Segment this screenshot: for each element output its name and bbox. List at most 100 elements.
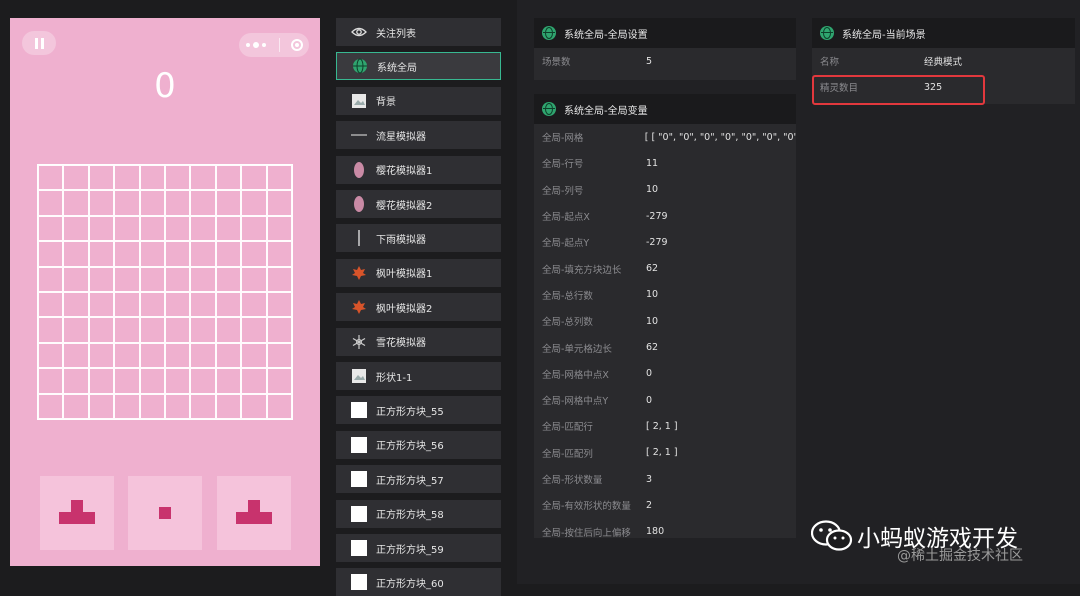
node-item[interactable]: 背景 bbox=[336, 86, 501, 115]
shape-block bbox=[159, 507, 171, 519]
close-target-icon[interactable] bbox=[291, 39, 304, 51]
board-cell bbox=[266, 291, 292, 318]
node-item[interactable]: 流星模拟器 bbox=[336, 121, 501, 150]
node-label: 樱花模拟器1 bbox=[376, 166, 433, 178]
pause-button[interactable] bbox=[22, 31, 56, 55]
watermark-subtitle: @稀土掘金技术社区 bbox=[897, 548, 1023, 564]
property-value: 11 bbox=[646, 157, 659, 169]
node-item[interactable]: 关注列表 bbox=[336, 18, 501, 46]
node-label: 流星模拟器 bbox=[376, 131, 426, 143]
board-cell bbox=[139, 368, 165, 394]
node-item[interactable]: 枫叶模拟器1 bbox=[336, 258, 501, 287]
node-item[interactable]: 正方形方块_56 bbox=[336, 430, 501, 459]
node-item[interactable]: 正方形方块_59 bbox=[336, 534, 501, 562]
property-row[interactable]: 全局-填充方块边长 62 bbox=[534, 255, 796, 281]
property-row[interactable]: 全局-网格中点Y 0 bbox=[534, 387, 796, 413]
property-row[interactable]: 全局-网格 [ [ "0", "0", "0", "0", "0", "0", "… bbox=[534, 124, 796, 150]
board-cell bbox=[139, 291, 165, 318]
board-cell bbox=[215, 215, 242, 242]
property-row[interactable]: 场景数 5 bbox=[534, 48, 796, 74]
node-item[interactable]: 正方形方块_55 bbox=[336, 396, 501, 425]
board-cell bbox=[38, 215, 64, 242]
board-cell bbox=[215, 266, 242, 292]
property-row[interactable]: 全局-匹配列 [ 2, 1 ] bbox=[534, 440, 796, 466]
board-cell bbox=[190, 266, 216, 292]
board-cell bbox=[164, 266, 191, 292]
node-label: 枫叶模拟器1 bbox=[376, 269, 433, 281]
board-cell bbox=[190, 317, 216, 343]
node-label: 正方形方块_55 bbox=[376, 406, 444, 418]
node-item[interactable]: 下雨模拟器 bbox=[336, 224, 501, 253]
scene-panel-header[interactable]: 系统全局-当前场景 bbox=[812, 18, 1075, 48]
node-item[interactable]: 正方形方块_57 bbox=[336, 465, 501, 494]
board-cell bbox=[266, 165, 292, 191]
board-cell bbox=[241, 241, 267, 267]
property-row[interactable]: 全局-匹配行 [ 2, 1 ] bbox=[534, 413, 796, 439]
rain-icon bbox=[350, 229, 368, 247]
shape-slot-1[interactable] bbox=[40, 476, 114, 550]
node-item[interactable]: 枫叶模拟器2 bbox=[336, 293, 501, 322]
board-cell bbox=[38, 342, 64, 369]
node-item[interactable]: 系统全局 bbox=[336, 52, 501, 81]
node-item[interactable]: 正方形方块_58 bbox=[336, 499, 501, 528]
property-row[interactable]: 全局-列号 10 bbox=[534, 177, 796, 203]
board-cell bbox=[190, 165, 216, 191]
property-row[interactable]: 全局-有效形状的数量 2 bbox=[534, 492, 796, 518]
white-square-icon bbox=[350, 470, 368, 488]
property-row[interactable]: 全局-单元格边长 62 bbox=[534, 334, 796, 360]
board-cell bbox=[164, 317, 191, 343]
board-cell bbox=[38, 393, 64, 419]
board-cell bbox=[139, 342, 165, 369]
property-value: [ 2, 1 ] bbox=[646, 447, 678, 459]
shape-block bbox=[71, 512, 83, 524]
board-cell bbox=[215, 291, 242, 318]
miniprogram-capsule[interactable] bbox=[239, 33, 309, 57]
property-key: 全局-总行数 bbox=[542, 290, 593, 302]
node-item[interactable]: 樱花模拟器1 bbox=[336, 155, 501, 184]
game-board[interactable] bbox=[37, 164, 293, 420]
white-square-icon bbox=[350, 505, 368, 523]
shape-block bbox=[248, 512, 260, 524]
settings-panel-header[interactable]: 系统全局-全局设置 bbox=[534, 18, 796, 48]
shape-slot-2[interactable] bbox=[128, 476, 202, 550]
maple-leaf-icon bbox=[350, 264, 368, 282]
property-value: 180 bbox=[646, 526, 665, 538]
board-cell bbox=[88, 317, 115, 343]
board-cell bbox=[190, 215, 216, 242]
board-cell bbox=[241, 165, 267, 191]
property-row[interactable]: 全局-形状数量 3 bbox=[534, 466, 796, 492]
property-row[interactable]: 全局-按住后向上偏移 180 bbox=[534, 518, 796, 538]
property-row[interactable]: 全局-总行数 10 bbox=[534, 282, 796, 308]
game-screen[interactable]: 0 bbox=[10, 18, 320, 566]
property-value: 经典模式 bbox=[924, 57, 963, 69]
node-item[interactable]: 正方形方块_60 bbox=[336, 568, 501, 596]
node-item[interactable]: 雪花模拟器 bbox=[336, 327, 501, 356]
node-item[interactable]: 形状1-1 bbox=[336, 362, 501, 390]
board-cell bbox=[215, 241, 242, 267]
board-cell bbox=[139, 215, 165, 242]
board-cell bbox=[63, 190, 89, 216]
property-row[interactable]: 名称 经典模式 bbox=[812, 48, 1075, 74]
property-row[interactable]: 全局-起点Y -279 bbox=[534, 229, 796, 255]
property-row[interactable]: 全局-起点X -279 bbox=[534, 203, 796, 229]
more-dots-icon[interactable] bbox=[245, 42, 268, 48]
wechat-icon bbox=[811, 520, 853, 551]
board-cell bbox=[139, 266, 165, 292]
property-row[interactable]: 全局-总列数 10 bbox=[534, 308, 796, 334]
board-cell bbox=[241, 266, 267, 292]
property-value: [ 2, 1 ] bbox=[646, 420, 678, 432]
variables-panel-header[interactable]: 系统全局-全局变量 bbox=[534, 94, 796, 124]
board-cell bbox=[266, 190, 292, 216]
node-label: 正方形方块_59 bbox=[376, 544, 444, 556]
variables-panel-title: 系统全局-全局变量 bbox=[564, 105, 648, 117]
property-row[interactable]: 全局-行号 11 bbox=[534, 150, 796, 176]
shape-slot-3[interactable] bbox=[217, 476, 291, 550]
node-label: 背景 bbox=[376, 97, 396, 109]
board-cell bbox=[114, 368, 140, 394]
board-cell bbox=[139, 241, 165, 267]
board-cell bbox=[88, 342, 115, 369]
property-key: 全局-按住后向上偏移 bbox=[542, 527, 631, 538]
property-row[interactable]: 全局-网格中点X 0 bbox=[534, 361, 796, 387]
node-item[interactable]: 樱花模拟器2 bbox=[336, 190, 501, 218]
globe-icon bbox=[820, 26, 834, 40]
